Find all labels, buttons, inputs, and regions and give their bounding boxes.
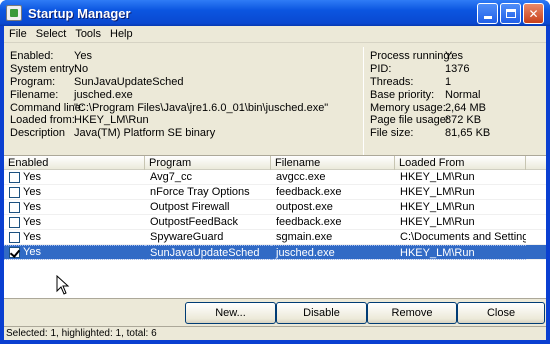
list-header: Enabled Program Filename Loaded From [4,156,546,170]
menu-tools[interactable]: Tools [72,28,107,40]
detail-value: HKEY_LM\Run [74,114,149,127]
detail-value: "C:\Program Files\Java\jre1.6.0_01\bin\j… [74,101,329,114]
table-row-selected[interactable]: Yes SunJavaUpdateSched jusched.exe HKEY_… [4,244,546,260]
enabled-cell: Yes [23,170,41,183]
table-row[interactable]: Yes Outpost Firewall outpost.exe HKEY_LM… [4,200,546,215]
startup-manager-window: Startup Manager ✕ File Select Tools Help… [0,0,550,344]
detail-label: Program: [10,75,56,88]
process-value: Normal [445,88,481,101]
app-icon [6,5,22,21]
process-value: 2,64 MB [445,101,486,114]
detail-value: SunJavaUpdateSched [74,75,184,88]
enabled-cell: Yes [23,245,41,258]
enabled-checkbox[interactable] [9,231,20,243]
process-label: Base priority: [370,88,435,101]
process-value: 872 KB [445,114,482,127]
detail-value: Yes [74,50,92,62]
detail-label: Enabled: [10,50,54,62]
table-row[interactable]: Yes OutpostFeedBack feedback.exe HKEY_LM… [4,215,546,230]
loaded-from-cell: HKEY_LM\Run [400,170,475,183]
remove-button[interactable]: Remove [367,302,457,324]
enabled-checkbox[interactable] [9,246,20,258]
column-header-program[interactable]: Program [145,156,271,170]
loaded-from-cell: HKEY_LM\Run [400,200,475,213]
loaded-from-cell: HKEY_LM\Run [400,215,475,228]
enabled-cell: Yes [23,215,41,228]
window-client: File Select Tools Help Enabled: Yes Syste… [4,26,546,340]
loaded-from-cell: C:\Documents and Setting... [400,230,526,243]
program-cell: nForce Tray Options [150,185,250,198]
menu-help[interactable]: Help [107,28,139,40]
program-cell: Avg7_cc [150,170,192,183]
column-header-enabled[interactable]: Enabled [4,156,145,170]
button-bar: New... Disable Remove Close [4,300,546,326]
menu-file[interactable]: File [6,28,33,40]
filename-cell: jusched.exe [271,244,395,260]
filename-cell: feedback.exe [276,185,342,198]
filename-cell: avgcc.exe [276,170,326,183]
process-label: File size: [370,127,414,140]
minimize-button[interactable] [477,3,498,24]
process-label: Page file usage: [370,114,449,127]
new-button[interactable]: New... [185,302,276,324]
process-label: Memory usage: [370,101,446,114]
enabled-checkbox[interactable] [9,171,20,183]
process-label: Threads: [370,75,414,88]
mouse-pointer-icon [56,275,70,295]
process-details: Process running: Yes PID: 1376 Threads: 1 B… [370,50,490,140]
maximize-button[interactable] [500,3,521,24]
detail-label: Command line: [10,101,84,114]
filename-cell: outpost.exe [276,200,333,213]
process-label: Process running: [370,50,453,62]
process-value: 81,65 KB [445,127,491,140]
filename-cell: sgmain.exe [276,230,333,243]
window-title: Startup Manager [28,5,131,21]
process-label: PID: [370,62,392,75]
enabled-cell: Yes [23,200,41,213]
menu-select[interactable]: Select [33,28,73,40]
column-header-filename[interactable]: Filename [271,156,395,170]
enabled-cell: Yes [23,230,41,243]
maximize-icon [505,9,516,18]
enabled-cell: Yes [23,185,41,198]
process-value: 1376 [445,62,470,75]
program-cell: OutpostFeedBack [150,215,239,228]
disable-button[interactable]: Disable [276,302,367,324]
program-cell: Outpost Firewall [150,200,230,213]
detail-label: Filename: [10,88,59,101]
column-header-loaded-from[interactable]: Loaded From [395,156,526,170]
filename-cell: feedback.exe [276,215,342,228]
loaded-from-cell: HKEY_LM\Run [395,244,526,260]
process-value: Yes [445,50,463,62]
details-divider [363,47,364,169]
startup-list[interactable]: Enabled Program Filename Loaded From Yes… [4,155,546,299]
detail-value: jusched.exe [74,88,133,101]
close-icon: ✕ [528,6,539,21]
table-row[interactable]: Yes SpywareGuard sgmain.exe C:\Documents… [4,230,546,245]
detail-label: System entry: [10,62,78,75]
title-bar[interactable]: Startup Manager ✕ [0,0,550,26]
program-cell: SunJavaUpdateSched [145,244,271,260]
close-window-button[interactable]: ✕ [523,3,544,24]
enabled-checkbox[interactable] [9,201,20,213]
table-row[interactable]: Yes Avg7_cc avgcc.exe HKEY_LM\Run [4,170,546,185]
minimize-icon [483,16,492,19]
detail-label: Description [10,127,66,140]
program-cell: SpywareGuard [150,230,224,243]
close-button[interactable]: Close [457,302,545,324]
loaded-from-cell: HKEY_LM\Run [400,185,475,198]
process-value: 1 [445,75,452,88]
detail-label: Loaded from: [10,114,75,127]
status-bar: Selected: 1, highlighted: 1, total: 6 [4,326,546,340]
enabled-checkbox[interactable] [9,186,20,198]
detail-value: No [74,62,89,75]
entry-details: Enabled: Yes System entry: No Program: SunJ… [10,50,328,140]
enabled-checkbox[interactable] [9,216,20,228]
menu-bar: File Select Tools Help [4,26,546,43]
detail-value: Java(TM) Platform SE binary [74,127,216,140]
table-row[interactable]: Yes nForce Tray Options feedback.exe HKE… [4,185,546,200]
